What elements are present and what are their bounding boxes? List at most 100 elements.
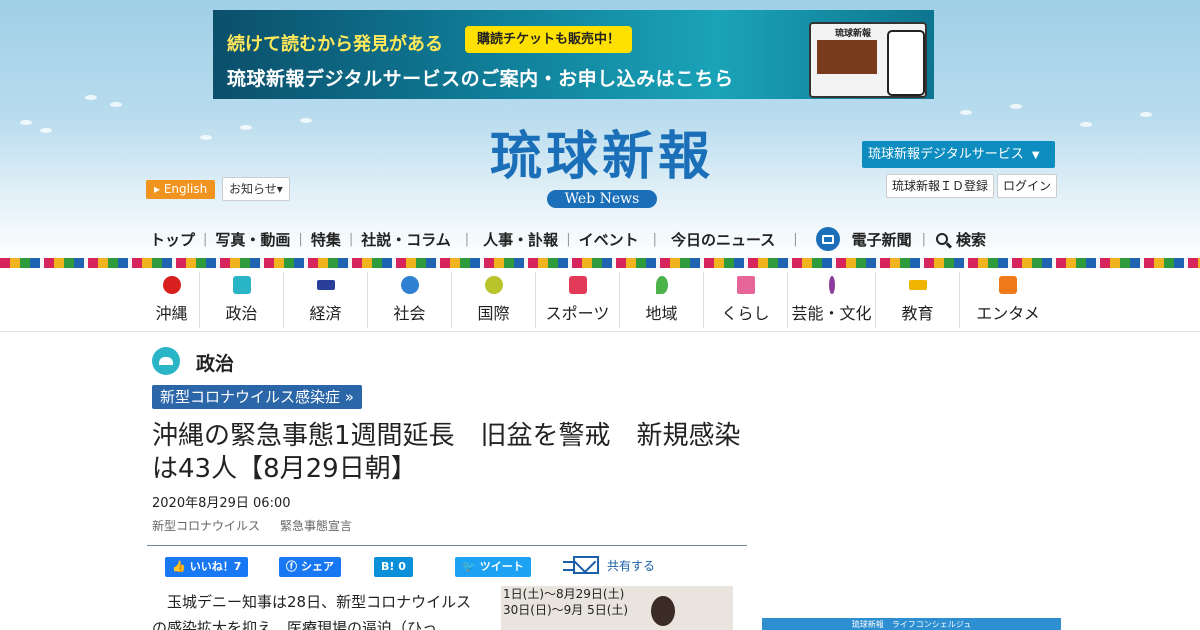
fish-decoration	[1080, 122, 1092, 127]
divider	[147, 545, 747, 546]
twitter-icon: 🐦	[462, 560, 476, 573]
id-register-button[interactable]: 琉球新報ＩＤ登録	[886, 174, 995, 198]
category-lifestyle[interactable]: くらし	[704, 272, 788, 328]
photo-caption-line: 30日(日)～9月 5日(土)	[503, 603, 629, 617]
people-icon	[400, 276, 419, 294]
fish-decoration	[110, 102, 122, 107]
category-label: 政治	[225, 304, 258, 323]
logo-subtitle: Web News	[546, 190, 658, 208]
category-international[interactable]: 国際	[452, 272, 536, 328]
login-button[interactable]: ログイン	[997, 174, 1058, 198]
device-screen	[817, 40, 877, 74]
category-label: エンタメ	[976, 304, 1040, 323]
category-politics[interactable]: 政治	[200, 272, 284, 328]
category-label: くらし	[721, 304, 770, 323]
fish-decoration	[300, 118, 312, 123]
person-silhouette	[651, 596, 675, 626]
digital-service-banner[interactable]: 続けて読むから発見がある 購読チケットも販売中！ 琉球新報デジタルサービスのご案…	[213, 10, 934, 99]
section-title: 政治	[196, 353, 235, 375]
sidebar-ad-banner[interactable]: 琉球新報 ライフコンシェルジュ	[762, 618, 1061, 630]
facebook-like-button[interactable]: 👍 いいね！7	[165, 557, 249, 577]
category-entertainment[interactable]: エンタメ	[960, 272, 1056, 328]
category-sports[interactable]: スポーツ	[536, 272, 620, 328]
article-body: 玉城デニー知事は28日、新型コロナウイルスの感染拡大を抑え、医療現場の逼迫（ひっ	[152, 593, 472, 630]
english-button[interactable]: ▸ English	[146, 180, 216, 199]
nav-separator: |	[566, 231, 571, 247]
nav-search[interactable]: 検索	[936, 229, 986, 250]
category-education[interactable]: 教育	[876, 272, 960, 328]
fish-decoration	[85, 95, 97, 100]
category-culture[interactable]: 芸能・文化	[788, 272, 876, 328]
hatena-bookmark-button[interactable]: B! 0	[374, 557, 413, 577]
facebook-like-label: いいね！7	[189, 560, 242, 573]
nav-top[interactable]: トップ	[150, 229, 195, 250]
banner-main-text: 琉球新報デジタルサービスのご案内・お申し込みはこちら	[227, 68, 734, 90]
topic-tag[interactable]: 新型コロナウイルス感染症 »	[152, 385, 362, 409]
article-photo[interactable]: 1日(土)～8月29日(土) 30日(日)～9月 5日(土)	[501, 586, 733, 630]
tv-icon	[999, 276, 1017, 294]
keyword-link[interactable]: 新型コロナウイルス	[152, 517, 260, 534]
notice-dropdown[interactable]: お知らせ▾	[222, 177, 290, 201]
keyword-list: 新型コロナウイルス 緊急事態宣言	[152, 517, 372, 534]
nav-separator: |	[793, 231, 798, 247]
site-logo[interactable]: 琉球新報 Web News	[452, 126, 752, 208]
nav-separator: |	[203, 231, 208, 247]
nav-e-newspaper[interactable]: 電子新聞	[815, 227, 912, 251]
nav-events[interactable]: イベント	[579, 229, 639, 250]
category-label: スポーツ	[545, 304, 610, 323]
category-society[interactable]: 社会	[368, 272, 452, 328]
fish-decoration	[1140, 112, 1152, 117]
category-label: 芸能・文化	[791, 304, 872, 323]
fish-decoration	[40, 128, 52, 133]
nav-e-newspaper-label: 電子新聞	[851, 230, 912, 249]
wave-pattern-band	[0, 258, 1200, 268]
nav-separator: |	[298, 231, 303, 247]
tweet-button[interactable]: 🐦 ツイート	[455, 557, 531, 577]
fish-decoration	[960, 110, 972, 115]
house-icon	[736, 276, 755, 294]
mortarboard-icon	[908, 280, 927, 290]
pin-icon	[655, 276, 668, 294]
device-label: 琉球新報	[835, 29, 872, 39]
phone-icon	[887, 30, 925, 96]
facebook-share-label: シェア	[301, 560, 334, 573]
mail-share-button[interactable]: 共有する	[561, 556, 655, 574]
digital-service-label: 琉球新報デジタルサービス	[868, 147, 1024, 162]
digital-service-dropdown[interactable]: 琉球新報デジタルサービス ▼	[862, 141, 1055, 168]
sanshin-icon	[828, 276, 835, 294]
chart-icon	[316, 280, 335, 290]
article-headline: 沖縄の緊急事態1週間延長 旧盆を警戒 新規感染は43人【8月29日朝】	[152, 421, 741, 484]
search-icon	[936, 233, 949, 245]
nav-todays-news[interactable]: 今日のニュース	[671, 229, 775, 250]
mail-icon	[563, 556, 599, 574]
fish-decoration	[240, 125, 252, 130]
tweet-label: ツイート	[479, 560, 524, 573]
nav-separator: |	[652, 231, 657, 247]
device-illustration: 琉球新報	[809, 22, 927, 98]
facebook-share-button[interactable]: ⓕ シェア	[279, 557, 341, 577]
category-economy[interactable]: 経済	[284, 272, 368, 328]
nav-photo-video[interactable]: 写真・動画	[215, 229, 290, 250]
category-nav: 沖縄 政治 経済 社会 国際 スポーツ 地域 くらし 芸能・文化 教育 エンタメ	[144, 272, 1056, 330]
capitol-icon	[232, 276, 251, 294]
category-label: 国際	[477, 304, 510, 323]
english-label: English	[163, 182, 208, 196]
article-date: 2020年8月29日 06:00	[152, 496, 291, 511]
category-region[interactable]: 地域	[620, 272, 704, 328]
fish-decoration	[1010, 104, 1022, 109]
divider	[0, 331, 1200, 332]
category-okinawa[interactable]: 沖縄	[144, 272, 200, 328]
nav-editorial[interactable]: 社説・コラム	[361, 229, 451, 250]
notice-label: お知らせ	[229, 182, 277, 196]
fish-decoration	[200, 135, 212, 140]
nav-personnel[interactable]: 人事・訃報	[483, 229, 558, 250]
logo-title: 琉球新報	[489, 126, 714, 187]
globe-icon	[484, 276, 503, 294]
keyword-link[interactable]: 緊急事態宣言	[280, 517, 352, 534]
caret-down-icon: ▼	[1031, 150, 1040, 161]
caret-down-icon: ▾	[276, 182, 283, 196]
nav-features[interactable]: 特集	[311, 229, 341, 250]
nav-separator: |	[921, 231, 927, 247]
banner-tagline: 続けて読むから発見がある	[227, 34, 443, 55]
capitol-icon	[152, 347, 180, 375]
